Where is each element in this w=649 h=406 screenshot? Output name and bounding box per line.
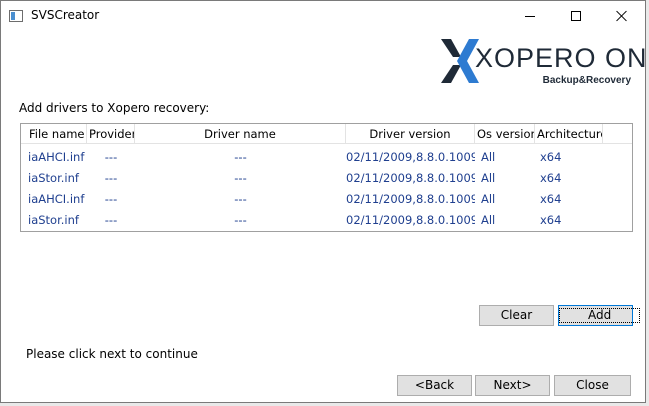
column-header-driver-name[interactable]: Driver name	[135, 124, 346, 144]
cell-architecture: x64	[540, 150, 562, 164]
window-title: SVSCreator	[31, 8, 100, 22]
cell-driver-version: 02/11/2009,8.8.0.1009	[346, 192, 475, 206]
cell-driver-name: ---	[234, 213, 247, 227]
column-header-provider[interactable]: Provider	[87, 124, 135, 144]
cell-provider: ---	[104, 171, 118, 185]
app-window-icon	[9, 10, 23, 22]
cell-file-name: iaAHCI.inf	[28, 150, 85, 164]
cell-file-name: iaAHCI.inf	[28, 192, 85, 206]
logo-tagline: Backup&Recovery	[542, 75, 631, 86]
next-button[interactable]: Next>	[475, 375, 550, 396]
cell-driver-name: ---	[234, 192, 247, 206]
cell-architecture: x64	[540, 213, 562, 227]
title-bar[interactable]: SVSCreator	[1, 1, 645, 31]
table-row[interactable]: iaStor.inf --- --- 02/11/2009,8.8.0.1009…	[21, 168, 632, 189]
xopero-x-logo-icon	[441, 39, 479, 83]
main-window: SVSCreator XOPERO ONE Backup&Recovery Ad…	[0, 0, 646, 403]
cell-driver-version: 02/11/2009,8.8.0.1009	[346, 150, 475, 164]
cell-os-version: All	[481, 150, 496, 164]
cell-architecture: x64	[540, 192, 562, 206]
instruction-label: Add drivers to Xopero recovery:	[19, 101, 210, 115]
column-header-architecture[interactable]: Architecture	[535, 124, 603, 144]
cell-provider: ---	[104, 192, 118, 206]
add-button[interactable]: Add	[558, 305, 641, 326]
minimize-button[interactable]	[507, 1, 553, 31]
column-header-driver-version[interactable]: Driver version	[346, 124, 475, 144]
logo-name: XOPERO ONE	[475, 43, 646, 73]
table-row[interactable]: iaAHCI.inf --- --- 02/11/2009,8.8.0.1009…	[21, 189, 632, 210]
cell-os-version: All	[481, 192, 496, 206]
cell-provider: ---	[104, 150, 118, 164]
close-icon	[616, 10, 628, 22]
table-row[interactable]: iaAHCI.inf --- --- 02/11/2009,8.8.0.1009…	[21, 147, 632, 168]
cell-architecture: x64	[540, 171, 562, 185]
drivers-table[interactable]: File name Provider Driver name Driver ve…	[20, 123, 633, 232]
back-button[interactable]: <Back	[397, 375, 472, 396]
clear-button[interactable]: Clear	[479, 305, 554, 326]
column-header-os-version[interactable]: Os version	[475, 124, 535, 144]
cell-file-name: iaStor.inf	[28, 171, 79, 185]
cell-os-version: All	[481, 213, 496, 227]
cell-driver-name: ---	[234, 171, 247, 185]
maximize-icon	[571, 11, 581, 21]
cell-os-version: All	[481, 171, 496, 185]
table-row[interactable]: iaStor.inf --- --- 02/11/2009,8.8.0.1009…	[21, 210, 632, 231]
continue-hint: Please click next to continue	[26, 347, 198, 361]
maximize-button[interactable]	[553, 1, 599, 31]
close-window-button[interactable]	[599, 1, 645, 31]
column-header-file-name[interactable]: File name	[21, 124, 87, 144]
cell-driver-version: 02/11/2009,8.8.0.1009	[346, 171, 475, 185]
close-button[interactable]: Close	[554, 375, 631, 396]
minimize-icon	[525, 15, 535, 17]
cell-provider: ---	[104, 213, 118, 227]
xopero-logo: XOPERO ONE Backup&Recovery	[439, 37, 645, 89]
add-button-label: Add	[559, 308, 641, 323]
table-header: File name Provider Driver name Driver ve…	[21, 124, 632, 144]
cell-file-name: iaStor.inf	[28, 213, 79, 227]
cell-driver-name: ---	[234, 150, 247, 164]
cell-driver-version: 02/11/2009,8.8.0.1009	[346, 213, 475, 227]
